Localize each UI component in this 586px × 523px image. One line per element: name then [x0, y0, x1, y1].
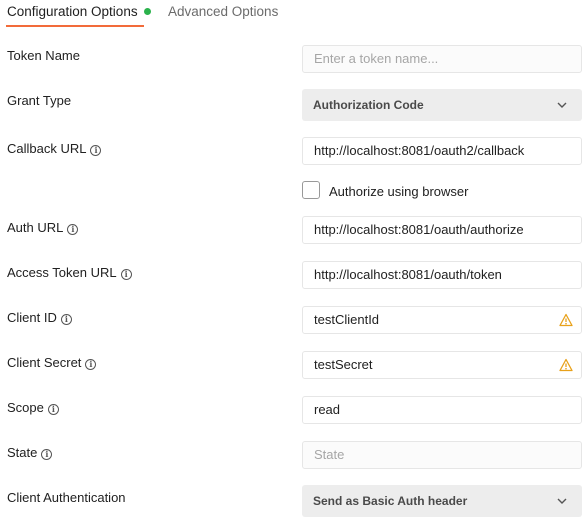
tab-advanced-options[interactable]: Advanced Options: [168, 4, 278, 28]
client-authentication-label-text: Client Authentication: [7, 490, 126, 505]
state-input[interactable]: State: [302, 441, 582, 469]
client-id-label-text: Client ID: [7, 310, 57, 325]
chevron-down-icon: [557, 102, 567, 108]
client-secret-label: Client Secret i: [7, 355, 97, 370]
state-label-text: State: [7, 445, 38, 460]
authorize-browser-checkbox[interactable]: [302, 181, 320, 199]
warning-icon[interactable]: [559, 358, 573, 372]
token-name-input[interactable]: Enter a token name...: [302, 45, 582, 73]
warning-icon[interactable]: [559, 313, 573, 327]
info-icon[interactable]: i: [60, 314, 72, 325]
scope-input[interactable]: read: [302, 396, 582, 424]
access-token-url-label: Access Token URL i: [7, 265, 132, 280]
client-secret-input[interactable]: testSecret: [302, 351, 582, 379]
state-label: State i: [7, 445, 53, 460]
info-icon[interactable]: i: [90, 145, 102, 156]
tab-advanced-label: Advanced Options: [168, 4, 279, 19]
info-icon[interactable]: i: [41, 449, 53, 460]
info-icon[interactable]: i: [67, 224, 79, 235]
scope-label: Scope i: [7, 400, 59, 415]
chevron-down-icon: [557, 498, 567, 504]
active-status-dot: [143, 8, 151, 15]
auth-url-label-text: Auth URL: [7, 220, 64, 235]
auth-url-label: Auth URL i: [7, 220, 79, 235]
grant-type-value: Authorization Code: [313, 98, 424, 112]
client-secret-value: testSecret: [314, 357, 373, 372]
client-id-input[interactable]: testClientId: [302, 306, 582, 334]
client-authentication-select[interactable]: Send as Basic Auth header: [302, 485, 582, 517]
info-icon[interactable]: i: [85, 359, 97, 370]
access-token-url-label-text: Access Token URL: [7, 265, 117, 280]
info-icon[interactable]: i: [47, 404, 59, 415]
grant-type-label-text: Grant Type: [7, 93, 72, 108]
authorize-browser-label[interactable]: Authorize using browser: [329, 184, 468, 199]
tab-bar: Configuration Options Advanced Options: [0, 0, 586, 28]
client-id-value: testClientId: [314, 312, 380, 327]
auth-url-input[interactable]: http://localhost:8081/oauth/authorize: [302, 216, 582, 244]
token-name-label-text: Token Name: [7, 48, 80, 63]
active-tab-underline: [6, 25, 144, 27]
grant-type-select[interactable]: Authorization Code: [302, 89, 582, 121]
tab-configuration-label: Configuration Options: [7, 4, 138, 19]
token-name-label: Token Name: [7, 48, 80, 63]
callback-url-input[interactable]: http://localhost:8081/oauth2/callback: [302, 137, 582, 165]
access-token-url-input[interactable]: http://localhost:8081/oauth/token: [302, 261, 582, 289]
client-authentication-label: Client Authentication: [7, 490, 126, 505]
scope-label-text: Scope: [7, 400, 44, 415]
callback-url-label-text: Callback URL: [7, 141, 87, 156]
info-icon[interactable]: i: [120, 269, 132, 280]
client-id-label: Client ID i: [7, 310, 72, 325]
client-secret-label-text: Client Secret: [7, 355, 82, 370]
client-authentication-value: Send as Basic Auth header: [313, 494, 468, 508]
grant-type-label: Grant Type: [7, 93, 71, 108]
callback-url-label: Callback URL i: [7, 141, 102, 156]
